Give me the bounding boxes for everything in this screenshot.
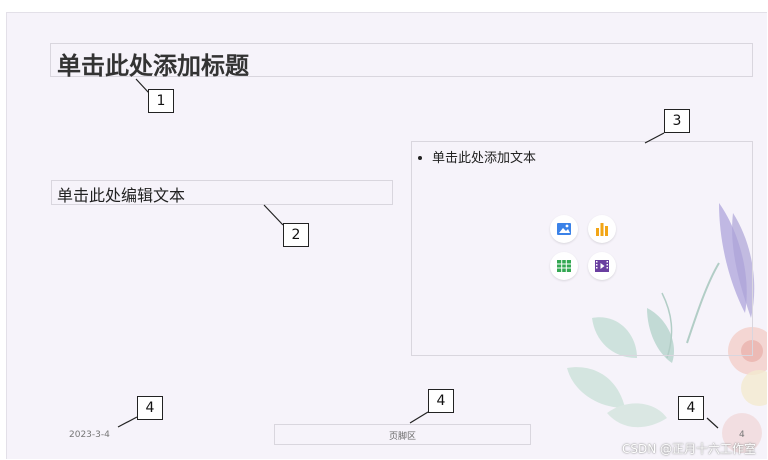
callout-4-page-number: 4 xyxy=(678,396,704,420)
text-placeholder[interactable]: 单击此处编辑文本 xyxy=(51,180,393,205)
slide-canvas: 单击此处添加标题 单击此处编辑文本 单击此处添加文本 2023-3-4 页脚区 … xyxy=(6,12,767,459)
video-icon xyxy=(595,260,609,272)
insert-video-button[interactable] xyxy=(588,252,616,280)
text-placeholder-text: 单击此处编辑文本 xyxy=(57,186,186,205)
table-icon xyxy=(557,260,571,272)
bullet-dot xyxy=(418,155,422,160)
footer-date[interactable]: 2023-3-4 xyxy=(69,430,110,440)
title-placeholder[interactable]: 单击此处添加标题 xyxy=(50,43,753,80)
callout-4-date: 4 xyxy=(137,396,163,420)
callout-1: 1 xyxy=(148,89,174,113)
content-bullet: 单击此处添加文本 xyxy=(418,147,536,166)
csdn-watermark: CSDN @正月十六工作室 xyxy=(622,442,757,456)
footer-placeholder[interactable]: 页脚区 xyxy=(274,424,531,445)
insert-table-button[interactable] xyxy=(550,252,578,280)
callout-3: 3 xyxy=(664,109,690,133)
content-bullet-text: 单击此处添加文本 xyxy=(432,151,537,166)
callout-2: 2 xyxy=(283,223,309,247)
content-placeholder[interactable]: 单击此处添加文本 xyxy=(411,141,753,356)
insert-chart-button[interactable] xyxy=(588,215,616,243)
footer-text: 页脚区 xyxy=(388,432,416,442)
chart-icon xyxy=(596,223,608,236)
title-placeholder-text: 单击此处添加标题 xyxy=(57,52,249,80)
insert-image-button[interactable] xyxy=(550,215,578,243)
image-icon xyxy=(557,223,571,235)
callout-4-footer: 4 xyxy=(428,389,454,413)
page-number[interactable]: 4 xyxy=(739,430,745,440)
insert-content-grid xyxy=(550,215,622,283)
